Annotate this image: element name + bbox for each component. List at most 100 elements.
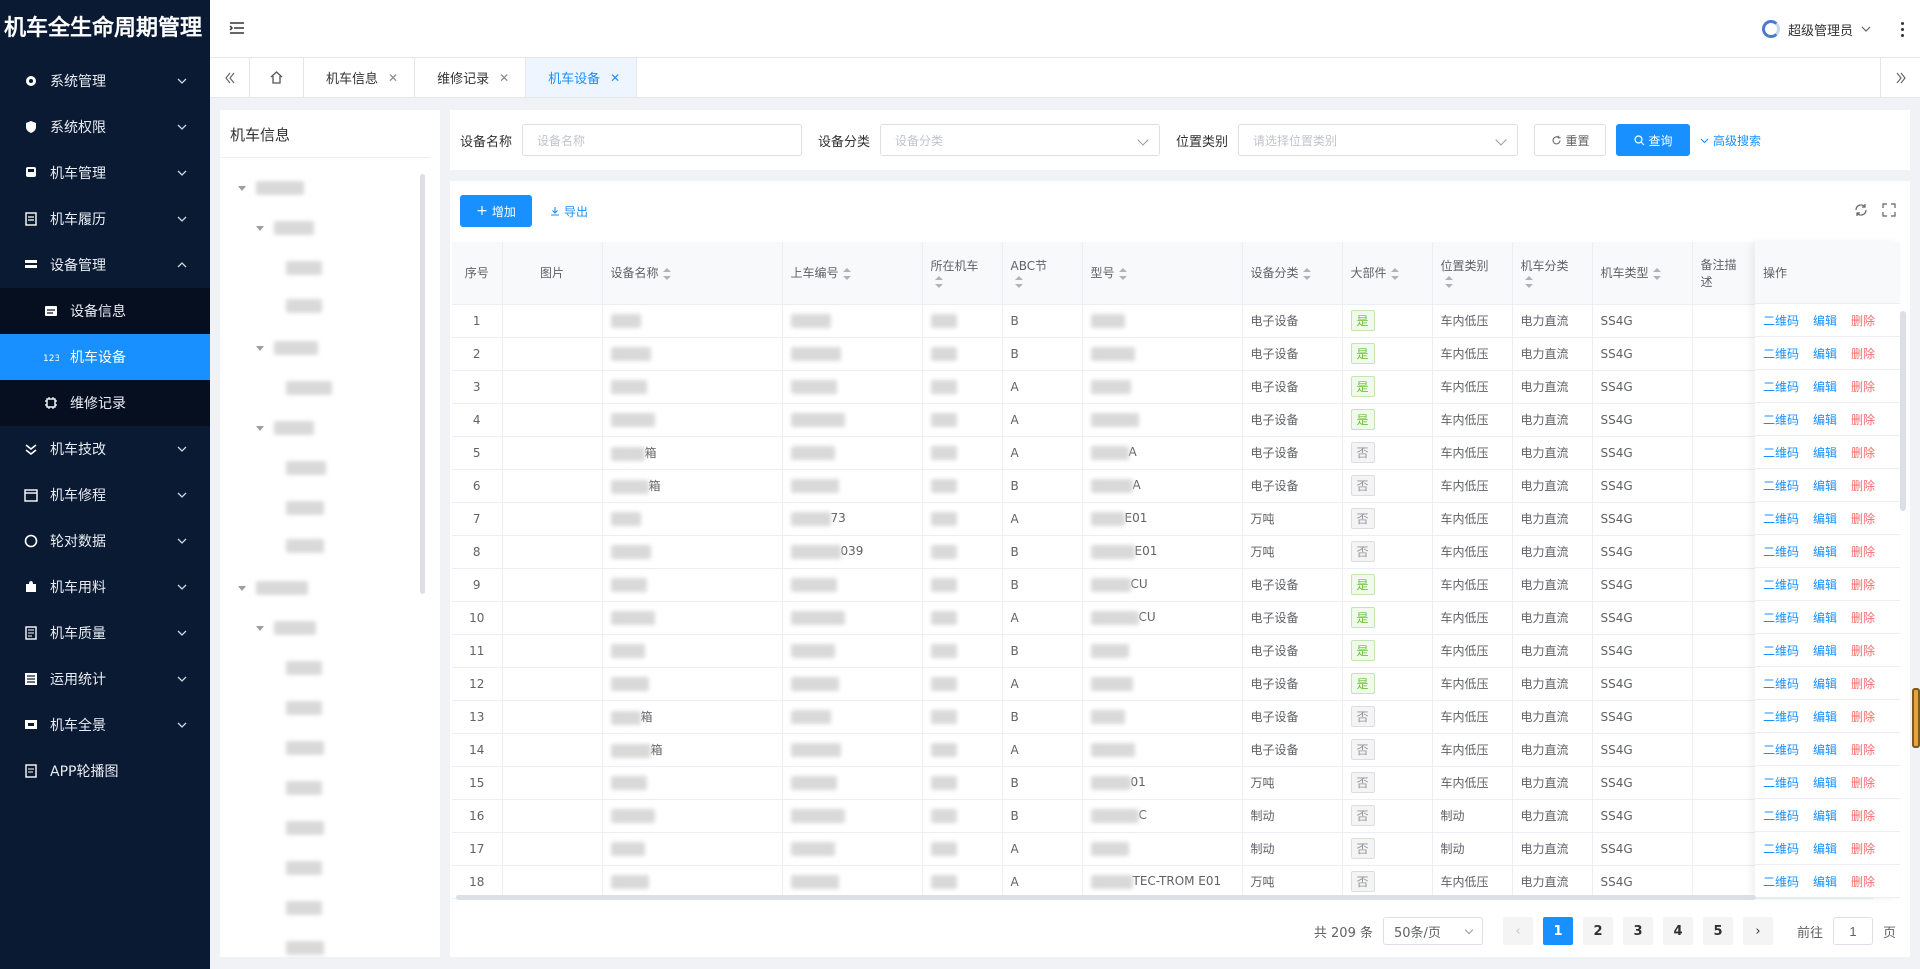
delete-button[interactable]: 删除 xyxy=(1851,840,1875,857)
col-header[interactable]: 所在机车 xyxy=(922,242,1003,305)
tab-scroll-right-button[interactable] xyxy=(1880,58,1920,97)
tree-node[interactable] xyxy=(238,578,308,598)
tab-scroll-left-button[interactable] xyxy=(210,58,250,97)
sidebar-item-app-carousel[interactable]: APP轮播图 xyxy=(0,748,210,794)
page-button[interactable]: 1 xyxy=(1542,917,1573,945)
close-icon[interactable]: ✕ xyxy=(388,71,398,85)
qr-code-button[interactable]: 二维码 xyxy=(1763,708,1799,725)
qr-code-button[interactable]: 二维码 xyxy=(1763,444,1799,461)
sidebar-item-equipment-info[interactable]: 设备信息 xyxy=(0,288,210,334)
advanced-search-link[interactable]: 高级搜索 xyxy=(1700,132,1761,149)
edit-button[interactable]: 编辑 xyxy=(1813,345,1837,362)
table-row[interactable]: 6 箱 B A 电子设备 否 车内低压 电力直流 SS4G xyxy=(452,469,1873,503)
qr-code-button[interactable]: 二维码 xyxy=(1763,576,1799,593)
export-button[interactable]: 导出 xyxy=(550,203,588,220)
edit-button[interactable]: 编辑 xyxy=(1813,543,1837,560)
tree-node[interactable] xyxy=(286,818,324,838)
table-row[interactable]: 3 A 电子设备 是 车内低压 电力直流 SS4G xyxy=(452,370,1873,404)
query-button[interactable]: 查询 xyxy=(1616,124,1691,156)
edit-button[interactable]: 编辑 xyxy=(1813,312,1837,329)
sidebar-item-statistics[interactable]: 运用统计 xyxy=(0,656,210,702)
table-row[interactable]: 1 B 电子设备 是 车内低压 电力直流 SS4G xyxy=(452,304,1873,338)
qr-code-button[interactable]: 二维码 xyxy=(1763,741,1799,758)
edit-button[interactable]: 编辑 xyxy=(1813,873,1837,890)
qr-code-button[interactable]: 二维码 xyxy=(1763,510,1799,527)
qr-code-button[interactable]: 二维码 xyxy=(1763,609,1799,626)
page-button[interactable]: 3 xyxy=(1622,917,1653,945)
delete-button[interactable]: 删除 xyxy=(1851,576,1875,593)
sort-icon[interactable] xyxy=(1302,267,1311,280)
table-row[interactable]: 12 A 电子设备 是 车内低压 电力直流 SS4G xyxy=(452,667,1873,701)
table-row[interactable]: 15 B 01 万吨 否 车内低压 电力直流 SS4G xyxy=(452,766,1873,800)
page-size-select[interactable]: 50条/页 xyxy=(1382,917,1483,945)
table-row[interactable]: 17 A 制动 否 制动 电力直流 SS4G xyxy=(452,832,1873,866)
page-button[interactable]: 4 xyxy=(1662,917,1693,945)
qr-code-button[interactable]: 二维码 xyxy=(1763,807,1799,824)
qr-code-button[interactable]: 二维码 xyxy=(1763,543,1799,560)
tree-node[interactable] xyxy=(286,938,324,958)
sort-icon[interactable] xyxy=(662,267,671,280)
location-type-select[interactable]: 请选择位置类别 xyxy=(1238,124,1519,156)
qr-code-button[interactable]: 二维码 xyxy=(1763,873,1799,890)
qr-code-button[interactable]: 二维码 xyxy=(1763,774,1799,791)
sort-icon[interactable] xyxy=(1390,267,1399,280)
table-row[interactable]: 14 箱 A 电子设备 否 车内低压 电力直流 SS4G xyxy=(452,733,1873,767)
close-icon[interactable]: ✕ xyxy=(610,71,620,85)
qr-code-button[interactable]: 二维码 xyxy=(1763,642,1799,659)
col-header[interactable]: 位置类别 xyxy=(1432,242,1513,305)
table-row[interactable]: 13 箱 B 电子设备 否 车内低压 电力直流 SS4G xyxy=(452,700,1873,734)
tree-node[interactable] xyxy=(286,258,322,278)
tree-scrollbar[interactable] xyxy=(420,174,425,594)
sidebar-item-panorama[interactable]: 机车全景 xyxy=(0,702,210,748)
delete-button[interactable]: 删除 xyxy=(1851,609,1875,626)
edit-button[interactable]: 编辑 xyxy=(1813,774,1837,791)
edit-button[interactable]: 编辑 xyxy=(1813,609,1837,626)
edit-button[interactable]: 编辑 xyxy=(1813,708,1837,725)
sidebar-item-system[interactable]: 系统管理 xyxy=(0,58,210,104)
table-horizontal-scrollbar[interactable] xyxy=(456,895,1756,900)
col-header[interactable]: 机车分类 xyxy=(1512,242,1593,305)
tree-node[interactable] xyxy=(286,658,322,678)
qr-code-button[interactable]: 二维码 xyxy=(1763,378,1799,395)
next-page-button[interactable]: › xyxy=(1742,917,1773,945)
edit-button[interactable]: 编辑 xyxy=(1813,807,1837,824)
fullscreen-icon[interactable] xyxy=(1882,203,1896,217)
table-row[interactable]: 5 箱 A A 电子设备 否 车内低压 电力直流 SS4G xyxy=(452,436,1873,470)
tree-node[interactable] xyxy=(256,338,318,358)
more-icon[interactable] xyxy=(1901,21,1904,37)
delete-button[interactable]: 删除 xyxy=(1851,510,1875,527)
col-header[interactable]: 机车类型 xyxy=(1592,242,1693,305)
table-row[interactable]: 9 B CU 电子设备 是 车内低压 电力直流 SS4G xyxy=(452,568,1873,602)
table-row[interactable]: 16 B C 制动 否 制动 电力直流 SS4G xyxy=(452,799,1873,833)
delete-button[interactable]: 删除 xyxy=(1851,345,1875,362)
sidebar-item-maintenance-record[interactable]: 维修记录 xyxy=(0,380,210,426)
tab-maintenance-record[interactable]: 维修记录 ✕ xyxy=(415,58,527,97)
edit-button[interactable]: 编辑 xyxy=(1813,378,1837,395)
add-button[interactable]: + 增加 xyxy=(460,195,532,227)
page-button[interactable]: 2 xyxy=(1582,917,1613,945)
col-header[interactable]: 型号 xyxy=(1082,242,1243,305)
table-row[interactable]: 8 039 B E01 万吨 否 车内低压 电力直流 SS4G xyxy=(452,535,1873,569)
tree-node[interactable] xyxy=(256,618,316,638)
sort-icon[interactable] xyxy=(934,275,943,288)
table-row[interactable]: 10 A CU 电子设备 是 车内低压 电力直流 SS4G xyxy=(452,601,1873,635)
delete-button[interactable]: 删除 xyxy=(1851,708,1875,725)
refresh-icon[interactable] xyxy=(1854,203,1868,217)
sidebar-item-locomotive[interactable]: 机车管理 xyxy=(0,150,210,196)
col-header[interactable]: 大部件 xyxy=(1342,242,1433,305)
sidebar-item-equipment[interactable]: 设备管理 xyxy=(0,242,210,288)
sidebar-item-permission[interactable]: 系统权限 xyxy=(0,104,210,150)
device-name-input[interactable]: 设备名称 xyxy=(522,124,803,156)
tree-node[interactable] xyxy=(286,498,324,518)
sidebar-item-loco-equipment[interactable]: 123 机车设备 xyxy=(0,334,210,380)
delete-button[interactable]: 删除 xyxy=(1851,873,1875,890)
sort-icon[interactable] xyxy=(1524,275,1533,288)
qr-code-button[interactable]: 二维码 xyxy=(1763,477,1799,494)
edit-button[interactable]: 编辑 xyxy=(1813,675,1837,692)
table-row[interactable]: 7 73 A E01 万吨 否 车内低压 电力直流 SS4G xyxy=(452,502,1873,536)
tree-node[interactable] xyxy=(286,296,322,316)
tree-node[interactable] xyxy=(286,698,322,718)
table-row[interactable]: 11 B 电子设备 是 车内低压 电力直流 SS4G xyxy=(452,634,1873,668)
sort-icon[interactable] xyxy=(1118,267,1127,280)
qr-code-button[interactable]: 二维码 xyxy=(1763,411,1799,428)
